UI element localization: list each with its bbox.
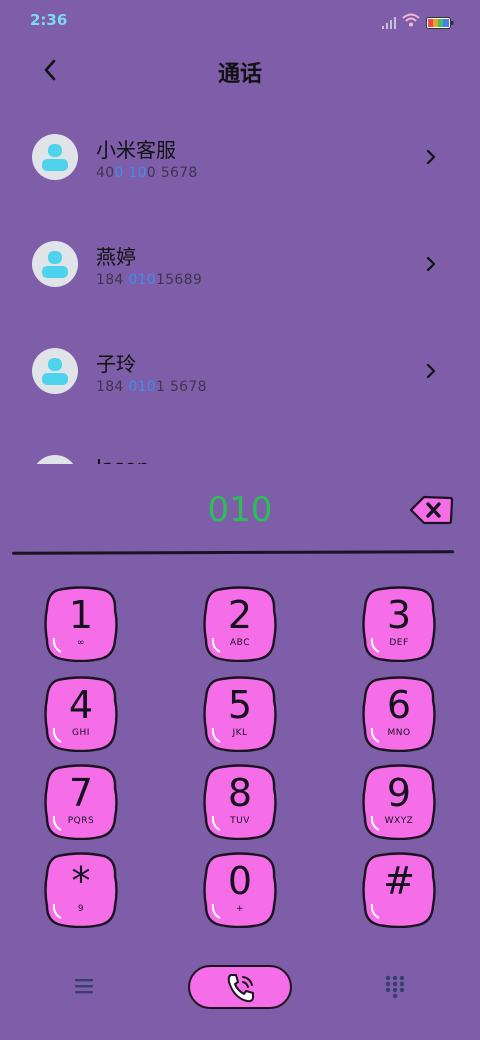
contact-list: 小米客服 400 100 5678 燕婷 184 01015689 子玲 184… <box>0 104 480 464</box>
phone-icon <box>227 974 254 1003</box>
page-title: 通话 <box>217 62 262 87</box>
person-icon <box>42 251 68 278</box>
key-star[interactable]: * 9 <box>44 852 118 928</box>
call-button[interactable] <box>188 965 292 1009</box>
person-icon <box>32 455 78 464</box>
dialpad-icon <box>385 975 405 999</box>
key-2[interactable]: 2 ABC <box>203 586 277 662</box>
person-icon <box>42 358 68 385</box>
backspace-icon <box>409 495 454 525</box>
keypad-toggle-button[interactable] <box>384 974 406 1000</box>
avatar <box>32 134 78 180</box>
contact-row[interactable]: 子玲 184 0101 5678 <box>0 318 480 418</box>
contact-name: 小米客服 <box>96 138 176 162</box>
dial-underline <box>11 550 455 555</box>
contact-number: 400 100 5678 <box>96 165 198 181</box>
delete-button[interactable] <box>408 494 454 526</box>
signal-icon <box>382 14 396 33</box>
contact-name: 燕婷 <box>96 245 136 269</box>
avatar <box>32 455 78 464</box>
key-3[interactable]: 3 DEF <box>362 586 436 662</box>
battery-icon <box>426 14 454 33</box>
key-4[interactable]: 4 GHI <box>44 676 118 752</box>
status-time: 2:36 <box>30 11 68 29</box>
hamburger-icon <box>75 979 93 994</box>
chevron-right-icon <box>426 257 436 271</box>
key-6[interactable]: 6 MNO <box>362 676 436 752</box>
key-7[interactable]: 7 PQRS <box>44 764 118 840</box>
person-icon <box>42 144 68 171</box>
avatar <box>32 348 78 394</box>
key-1[interactable]: 1 ∞ <box>44 586 118 662</box>
contact-number: 184 01015689 <box>96 272 203 288</box>
menu-button[interactable] <box>72 974 98 998</box>
key-5[interactable]: 5 JKL <box>203 676 277 752</box>
contact-name: 子玲 <box>96 352 136 376</box>
avatar <box>32 241 78 287</box>
chevron-right-icon <box>426 150 436 164</box>
contact-row[interactable]: Jason <box>0 425 480 464</box>
contact-name: Jason <box>96 455 150 464</box>
contact-row[interactable]: 小米客服 400 100 5678 <box>0 104 480 204</box>
key-8[interactable]: 8 TUV <box>203 764 277 840</box>
contact-number: 184 0101 5678 <box>96 379 207 395</box>
chevron-right-icon <box>426 364 436 378</box>
dialer-screen: 2:36 通话 小米客服 400 100 5678 燕婷 184 0101568… <box>0 0 480 1040</box>
key-0[interactable]: 0 + <box>203 852 277 928</box>
key-hash[interactable]: # <box>362 852 436 928</box>
contact-row[interactable]: 燕婷 184 01015689 <box>0 211 480 311</box>
status-bar: 2:36 <box>0 0 480 42</box>
wifi-icon <box>402 12 420 31</box>
key-9[interactable]: 9 WXYZ <box>362 764 436 840</box>
